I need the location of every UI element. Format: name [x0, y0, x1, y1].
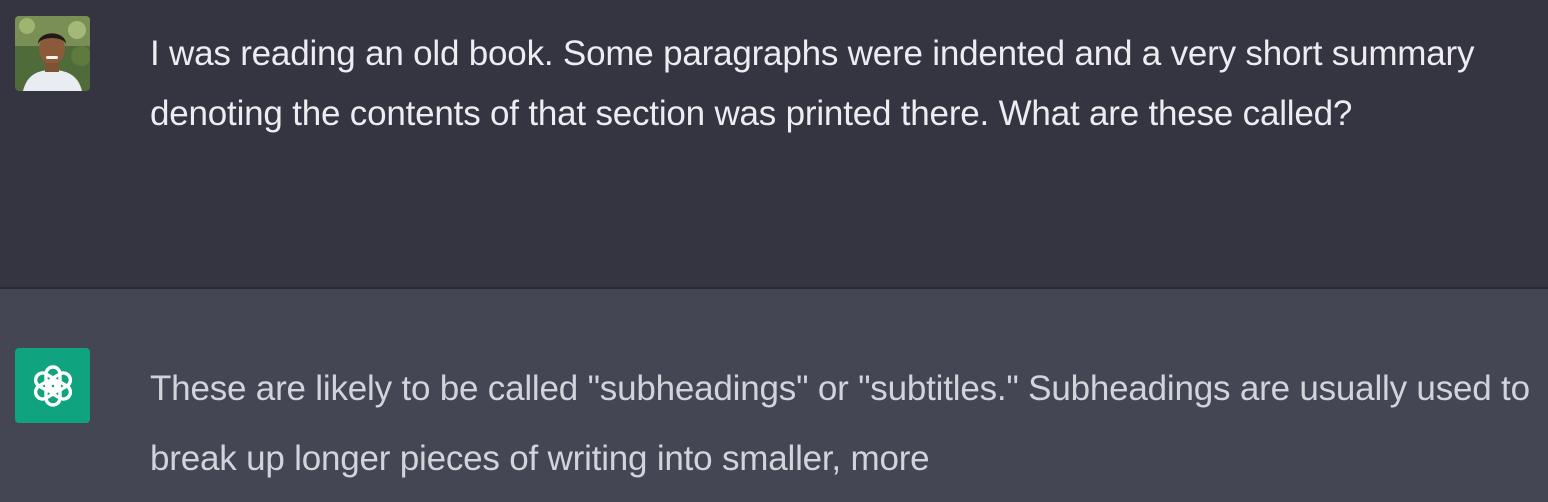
assistant-message-text: These are likely to be called "subheadin…: [150, 369, 1530, 478]
assistant-avatar: [15, 348, 90, 423]
chat-thread: I was reading an old book. Some paragrap…: [0, 0, 1548, 502]
user-photo-avatar-icon: [15, 16, 90, 91]
user-avatar: [15, 16, 90, 91]
user-message-text: I was reading an old book. Some paragrap…: [150, 34, 1475, 133]
assistant-message: These are likely to be called "subheadin…: [0, 289, 1548, 502]
user-message: I was reading an old book. Some paragrap…: [0, 0, 1548, 287]
openai-logo-icon: [33, 364, 72, 407]
